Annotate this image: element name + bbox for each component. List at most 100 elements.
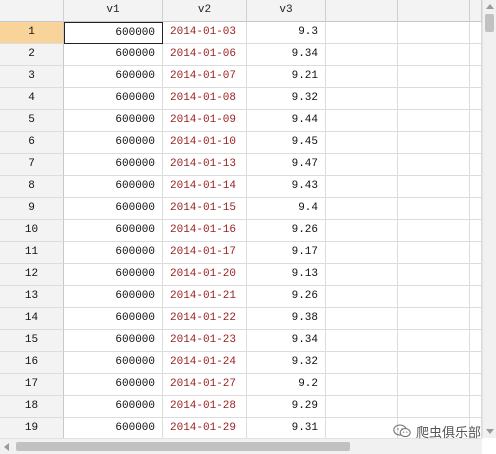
column-header-empty[interactable] (326, 0, 398, 22)
row-header[interactable]: 3 (0, 66, 64, 88)
cell-v3[interactable]: 9.45 (247, 132, 326, 154)
cell-empty[interactable] (470, 242, 482, 264)
row-header[interactable]: 9 (0, 198, 64, 220)
cell-empty[interactable] (470, 220, 482, 242)
cell-empty[interactable] (326, 418, 398, 438)
cell-v1[interactable]: 600000 (64, 264, 163, 286)
cell-empty[interactable] (398, 308, 470, 330)
row-header[interactable]: 12 (0, 264, 64, 286)
cell-v1[interactable]: 600000 (64, 44, 163, 66)
cell-empty[interactable] (326, 308, 398, 330)
cell-empty[interactable] (470, 198, 482, 220)
cell-v2[interactable]: 2014-01-08 (163, 88, 247, 110)
cell-v1[interactable]: 600000 (64, 110, 163, 132)
cell-v3[interactable]: 9.38 (247, 308, 326, 330)
cell-empty[interactable] (326, 330, 398, 352)
cell-v3[interactable]: 9.26 (247, 286, 326, 308)
cell-v2[interactable]: 2014-01-27 (163, 374, 247, 396)
cell-empty[interactable] (398, 396, 470, 418)
cell-v3[interactable]: 9.29 (247, 396, 326, 418)
row-header[interactable]: 16 (0, 352, 64, 374)
row-header[interactable]: 1 (0, 22, 64, 44)
cell-v1[interactable]: 600000 (64, 220, 163, 242)
cell-empty[interactable] (398, 198, 470, 220)
cell-empty[interactable] (398, 176, 470, 198)
cell-v3[interactable]: 9.26 (247, 220, 326, 242)
cell-v3[interactable]: 9.13 (247, 264, 326, 286)
cell-v2[interactable]: 2014-01-23 (163, 330, 247, 352)
cell-empty[interactable] (470, 22, 482, 44)
row-header[interactable]: 2 (0, 44, 64, 66)
horizontal-scroll-thumb[interactable] (16, 442, 350, 451)
cell-v2[interactable]: 2014-01-21 (163, 286, 247, 308)
row-header[interactable]: 8 (0, 176, 64, 198)
cell-empty[interactable] (470, 286, 482, 308)
scroll-down-arrow-icon[interactable] (486, 429, 494, 434)
cell-empty[interactable] (326, 374, 398, 396)
cell-empty[interactable] (398, 286, 470, 308)
vertical-scrollbar[interactable] (482, 0, 496, 438)
cell-empty[interactable] (398, 242, 470, 264)
cell-empty[interactable] (326, 286, 398, 308)
cell-v2[interactable]: 2014-01-28 (163, 396, 247, 418)
cell-empty[interactable] (470, 44, 482, 66)
cell-v3[interactable]: 9.17 (247, 242, 326, 264)
cell-empty[interactable] (326, 176, 398, 198)
cell-empty[interactable] (470, 110, 482, 132)
cell-v3[interactable]: 9.4 (247, 198, 326, 220)
row-header[interactable]: 4 (0, 88, 64, 110)
cell-empty[interactable] (470, 352, 482, 374)
cell-empty[interactable] (398, 66, 470, 88)
cell-v1[interactable]: 600000 (64, 352, 163, 374)
cell-v3[interactable]: 9.3 (247, 22, 326, 44)
cell-v3[interactable]: 9.47 (247, 154, 326, 176)
cell-v2[interactable]: 2014-01-17 (163, 242, 247, 264)
cell-v2[interactable]: 2014-01-14 (163, 176, 247, 198)
corner-cell[interactable] (0, 0, 64, 22)
cell-empty[interactable] (326, 154, 398, 176)
scroll-left-arrow-icon[interactable] (4, 443, 9, 451)
cell-empty[interactable] (470, 396, 482, 418)
cell-empty[interactable] (398, 374, 470, 396)
cell-empty[interactable] (326, 44, 398, 66)
cell-empty[interactable] (398, 132, 470, 154)
cell-v2[interactable]: 2014-01-15 (163, 198, 247, 220)
cell-empty[interactable] (398, 154, 470, 176)
cell-empty[interactable] (326, 264, 398, 286)
cell-v3[interactable]: 9.2 (247, 374, 326, 396)
cell-v3[interactable]: 9.34 (247, 44, 326, 66)
cell-v2[interactable]: 2014-01-16 (163, 220, 247, 242)
cell-v3[interactable]: 9.32 (247, 88, 326, 110)
cell-empty[interactable] (326, 88, 398, 110)
cell-v1[interactable]: 600000 (64, 154, 163, 176)
vertical-scroll-thumb[interactable] (485, 14, 494, 32)
cell-empty[interactable] (326, 220, 398, 242)
cell-empty[interactable] (398, 330, 470, 352)
cell-v1[interactable]: 600000 (64, 374, 163, 396)
cell-v2[interactable]: 2014-01-06 (163, 44, 247, 66)
cell-v2[interactable]: 2014-01-22 (163, 308, 247, 330)
cell-v2[interactable]: 2014-01-24 (163, 352, 247, 374)
cell-empty[interactable] (470, 374, 482, 396)
cell-v1[interactable]: 600000 (64, 132, 163, 154)
cell-v3[interactable]: 9.44 (247, 110, 326, 132)
cell-v2[interactable]: 2014-01-13 (163, 154, 247, 176)
cell-empty[interactable] (326, 396, 398, 418)
cell-v3[interactable]: 9.21 (247, 66, 326, 88)
cell-empty[interactable] (326, 110, 398, 132)
cell-empty[interactable] (398, 220, 470, 242)
cell-v1[interactable]: 600000 (64, 330, 163, 352)
cell-v1[interactable]: 600000 (64, 242, 163, 264)
cell-v2[interactable]: 2014-01-03 (163, 22, 247, 44)
cell-empty[interactable] (326, 198, 398, 220)
cell-v1[interactable]: 600000 (64, 176, 163, 198)
cell-empty[interactable] (470, 264, 482, 286)
column-header-empty[interactable] (470, 0, 482, 22)
cell-empty[interactable] (398, 22, 470, 44)
cell-empty[interactable] (398, 352, 470, 374)
cell-empty[interactable] (470, 330, 482, 352)
cell-empty[interactable] (326, 242, 398, 264)
cell-v1[interactable]: 600000 (64, 418, 163, 438)
cell-v1[interactable]: 600000 (64, 66, 163, 88)
cell-v3[interactable]: 9.34 (247, 330, 326, 352)
